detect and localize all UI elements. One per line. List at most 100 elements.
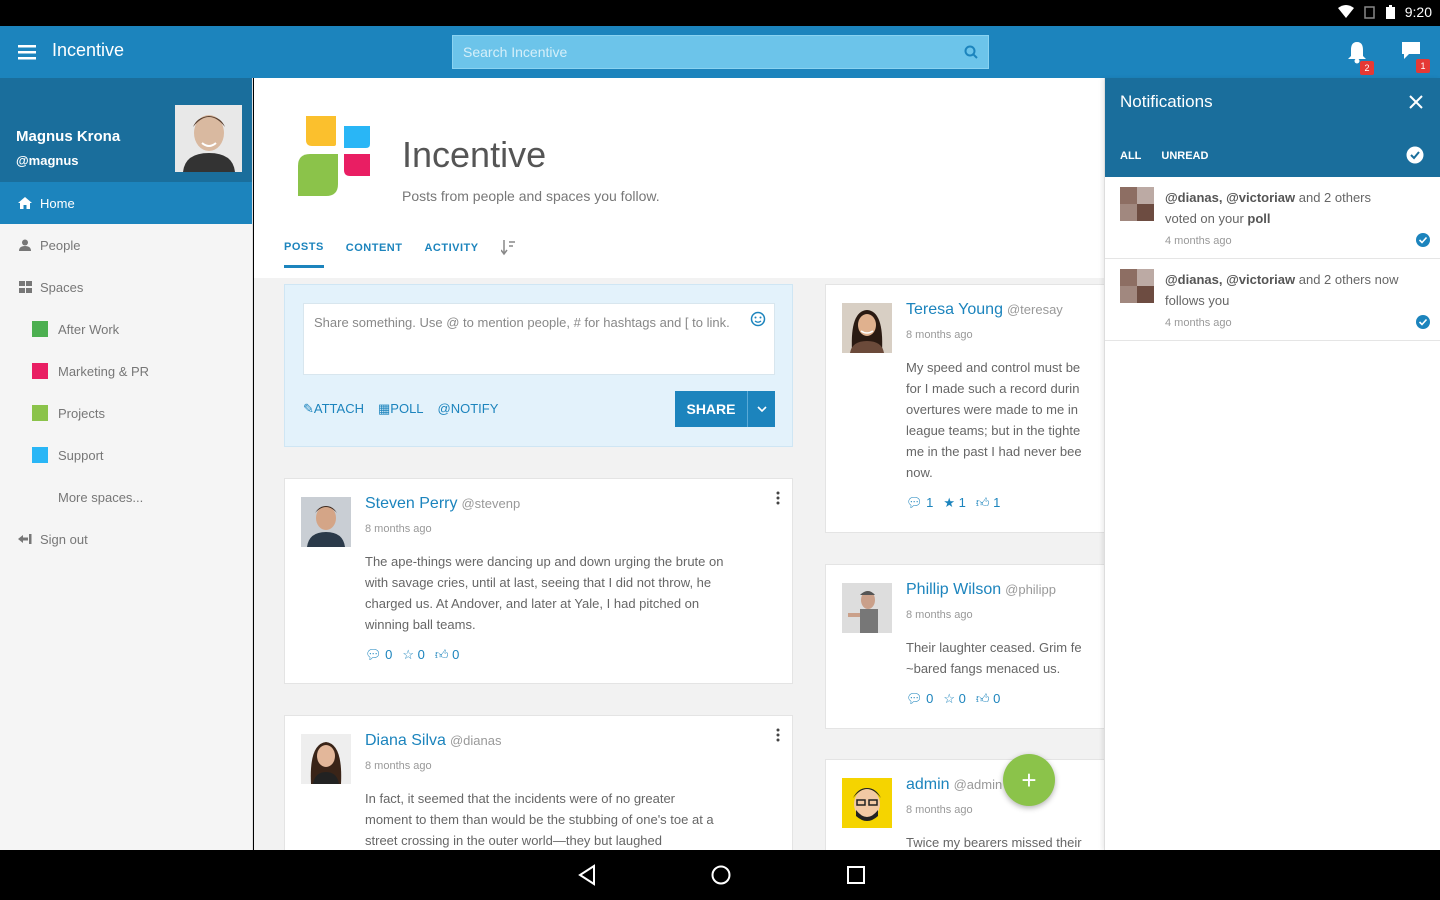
post-time: 8 months ago	[906, 609, 973, 621]
post-author[interactable]: Steven Perry @stevenp	[365, 495, 520, 513]
post-line: now.	[906, 465, 933, 480]
comment-count: 0	[926, 691, 934, 706]
post-card: Teresa Young @teresay 8 months ago My spe…	[825, 284, 1104, 533]
attach-button[interactable]: ✎ATTACH	[303, 401, 364, 417]
post-line: me in the past I had never bee	[906, 444, 1082, 459]
tab-activity[interactable]: ACTIVITY	[424, 242, 478, 266]
post-time: 8 months ago	[906, 329, 973, 341]
sidebar-item-spaces[interactable]: Spaces	[0, 266, 252, 308]
post-line: moment to them than would be the stubbin…	[365, 812, 714, 827]
star-stat[interactable]: ★ 1	[943, 495, 966, 511]
thumbs-up-icon: 👍︎	[975, 495, 990, 510]
author-handle: @admin	[953, 777, 1003, 792]
sidebar-item-support[interactable]: Support	[0, 434, 252, 476]
notification-users: @dianas, @victoriaw	[1165, 190, 1296, 205]
tab-content[interactable]: CONTENT	[346, 242, 403, 266]
kebab-icon[interactable]	[776, 491, 780, 505]
notification-filters: ALL UNREAD	[1120, 150, 1208, 162]
author-avatar[interactable]	[842, 778, 892, 828]
like-stat[interactable]: 👍︎ 1	[976, 495, 1000, 511]
poll-icon: ▦	[377, 401, 391, 416]
like-stat[interactable]: 👍︎ 0	[976, 691, 1000, 707]
notify-button[interactable]: @NOTIFY	[438, 401, 499, 417]
comment-stat[interactable]: 💬︎ 0	[365, 647, 392, 663]
star-icon: ☆	[943, 691, 956, 706]
thumbs-up-icon: 👍︎	[434, 647, 449, 662]
sidebar-item-projects[interactable]: Projects	[0, 392, 252, 434]
close-icon[interactable]	[1408, 94, 1424, 110]
star-count: 0	[417, 647, 425, 662]
check-circle-icon[interactable]	[1406, 146, 1424, 164]
space-color-swatch	[32, 447, 48, 463]
post-author[interactable]: Diana Silva @dianas	[365, 732, 501, 750]
attach-label: ATTACH	[313, 401, 364, 416]
post-input[interactable]	[303, 303, 775, 375]
post-card: Phillip Wilson @philipp 8 months ago Thei…	[825, 564, 1104, 729]
notification-item[interactable]: @dianas, @victoriaw and 2 others voted o…	[1105, 177, 1440, 259]
author-avatar[interactable]	[842, 583, 892, 633]
share-button[interactable]: SHARE	[675, 391, 747, 427]
sidebar-item-sign-out[interactable]: Sign out	[0, 518, 252, 560]
comment-count: 0	[385, 647, 393, 662]
grid-icon	[18, 280, 32, 294]
comment-stat[interactable]: 💬︎ 1	[906, 495, 933, 511]
post-line: league teams; but in the tighte	[906, 423, 1081, 438]
post-author[interactable]: admin @admin	[906, 776, 1002, 794]
sidebar-item-label: Spaces	[40, 279, 84, 295]
sidebar-item-more-spaces[interactable]: More spaces...	[0, 476, 252, 518]
page-subtitle: Posts from people and spaces you follow.	[402, 188, 660, 204]
post-line: winning ball teams.	[365, 617, 476, 632]
create-post-fab[interactable]: +	[1003, 754, 1055, 806]
sidebar-item-label: Sign out	[40, 531, 88, 547]
filter-all[interactable]: ALL	[1120, 150, 1141, 162]
messages-button[interactable]: 1	[1400, 40, 1430, 73]
sort-icon[interactable]	[500, 240, 515, 256]
system-nav-bar	[0, 850, 1440, 900]
post-author[interactable]: Phillip Wilson @philipp	[906, 581, 1056, 599]
search-input[interactable]	[453, 36, 988, 68]
sidebar-item-people[interactable]: People	[0, 224, 252, 266]
check-circle-icon[interactable]	[1416, 233, 1430, 247]
post-line: My speed and control must be	[906, 360, 1081, 375]
profile-header[interactable]: Magnus Krona @magnus	[0, 78, 252, 182]
smile-icon[interactable]	[750, 311, 766, 327]
space-color-swatch	[32, 405, 48, 421]
filter-unread[interactable]: UNREAD	[1161, 150, 1208, 162]
post-time: 8 months ago	[365, 523, 432, 535]
notification-time: 4 months ago	[1165, 235, 1232, 247]
recents-icon[interactable]	[846, 864, 866, 886]
home-button-icon[interactable]	[710, 864, 732, 886]
author-avatar[interactable]	[842, 303, 892, 353]
sidebar-item-marketing[interactable]: Marketing & PR	[0, 350, 252, 392]
share-options-button[interactable]	[747, 391, 775, 427]
like-stat[interactable]: 👍︎ 0	[435, 647, 459, 663]
poll-button[interactable]: ▦POLL	[378, 401, 424, 417]
author-avatar[interactable]	[301, 734, 351, 784]
star-count: 0	[958, 691, 966, 706]
search-icon[interactable]	[964, 45, 978, 59]
post-line: ~bared fangs menaced us.	[906, 661, 1061, 676]
star-stat[interactable]: ☆ 0	[402, 647, 425, 663]
comment-stat[interactable]: 💬︎ 0	[906, 691, 933, 707]
sidebar-item-home[interactable]: Home	[0, 182, 252, 224]
post-author[interactable]: Teresa Young @teresay	[906, 301, 1063, 319]
sidebar-item-after-work[interactable]: After Work	[0, 308, 252, 350]
back-icon[interactable]	[577, 864, 597, 886]
wifi-icon	[1337, 5, 1354, 18]
author-avatar[interactable]	[301, 497, 351, 547]
composer-actions: ✎ATTACH ▦POLL @NOTIFY	[303, 401, 498, 417]
profile-avatar	[175, 105, 242, 172]
post-stats: 💬︎ 1 ★ 1 👍︎ 1	[906, 495, 1000, 511]
app-bar: Incentive 2 1	[0, 26, 1440, 78]
menu-icon[interactable]	[16, 41, 38, 63]
notification-text: @dianas, @victoriaw and 2 others voted o…	[1165, 187, 1405, 229]
check-circle-icon[interactable]	[1416, 315, 1430, 329]
tab-posts[interactable]: POSTS	[284, 241, 324, 268]
star-stat[interactable]: ☆ 0	[943, 691, 966, 707]
notifications-button[interactable]: 2	[1346, 40, 1374, 75]
comment-count: 1	[926, 495, 934, 510]
post-stats: 💬︎ 0 ☆ 0 👍︎ 0	[365, 647, 459, 663]
sidebar-item-label: Projects	[58, 405, 105, 421]
kebab-icon[interactable]	[776, 728, 780, 742]
notification-item[interactable]: @dianas, @victoriaw and 2 others now fol…	[1105, 259, 1440, 341]
